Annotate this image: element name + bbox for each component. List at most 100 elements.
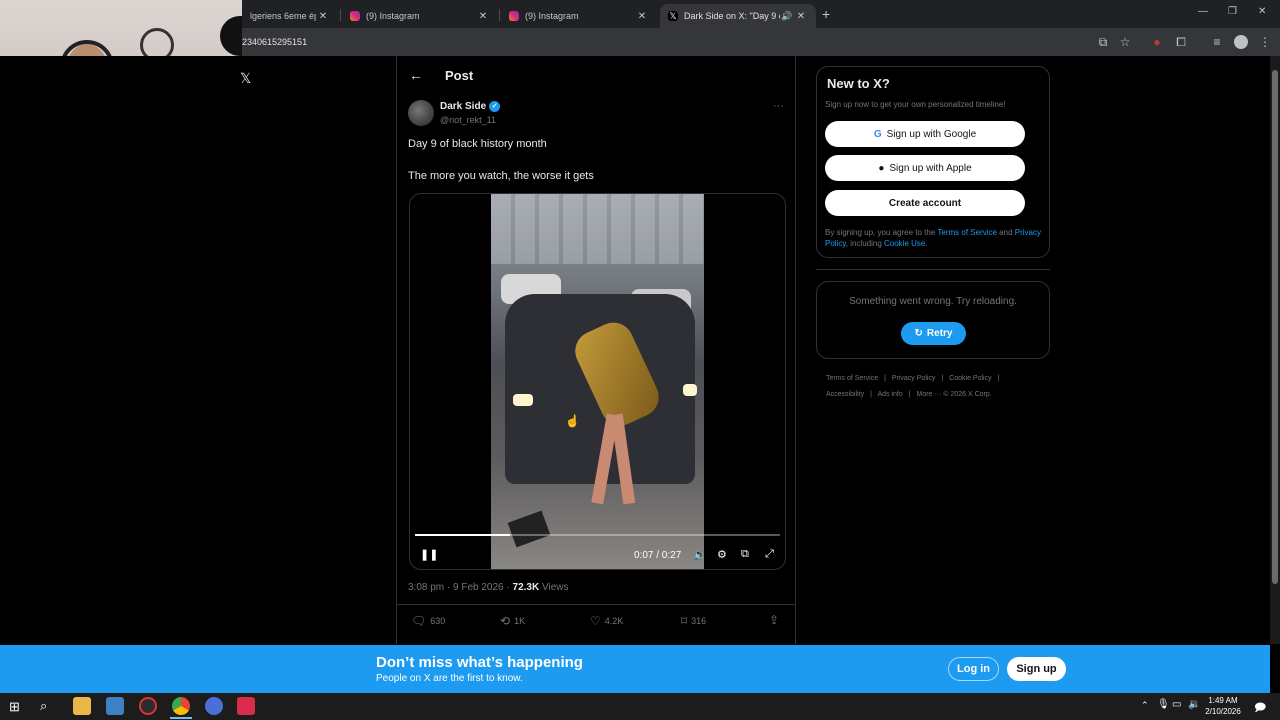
avatar[interactable] [408, 100, 434, 126]
divider [397, 604, 795, 605]
sidebar: New to X? Sign up now to get your own pe… [816, 66, 1050, 403]
author-name[interactable]: Dark Side [440, 101, 486, 112]
app-icon[interactable] [139, 697, 157, 715]
new-to-x-title: New to X? [827, 76, 890, 91]
close-tab-icon[interactable]: ✕ [794, 11, 808, 22]
create-account-button[interactable]: Create account [825, 190, 1025, 216]
footer-terms-link[interactable]: Terms of Service [826, 375, 878, 382]
speaker-icon[interactable]: 🔊 [780, 11, 794, 22]
notifications-icon[interactable]: 🗩 [1254, 699, 1266, 718]
new-tab-button[interactable]: + [822, 6, 830, 22]
post-timestamp[interactable]: 3:08 pm · 9 Feb 2026 · [408, 582, 513, 593]
divider [816, 269, 1050, 270]
repost-count: 1K [514, 616, 526, 626]
post-text-line-1: Day 9 of black history month [408, 138, 547, 150]
tab-label: lgeriens 6eme épisod [250, 11, 316, 21]
app-icon-red[interactable] [237, 697, 255, 715]
footer-more-link[interactable]: More ··· [917, 391, 942, 398]
back-arrow-icon[interactable]: ← [409, 67, 423, 83]
mouse-cursor-icon: ☝ [565, 414, 580, 428]
tab-instagram-2[interactable]: (9) Instagram ✕ [501, 4, 657, 28]
footer-cookie-link[interactable]: Cookie Policy [949, 375, 991, 382]
extensions-icon[interactable]: ⧠ [1174, 35, 1188, 49]
clock-date: 2/10/2026 [1205, 707, 1241, 716]
copyright: © 2026 X Corp. [943, 391, 992, 398]
signup-banner: Don’t miss what’s happening People on X … [0, 645, 1270, 693]
scrollbar[interactable] [1270, 56, 1280, 644]
signup-button[interactable]: Sign up [1007, 657, 1066, 681]
refresh-icon: ↻ [914, 328, 923, 339]
signup-google-button[interactable]: G Sign up with Google [825, 121, 1025, 147]
minimize-icon[interactable]: — [1198, 6, 1208, 17]
signup-apple-button[interactable]: ● Sign up with Apple [825, 155, 1025, 181]
close-tab-icon[interactable]: ✕ [476, 11, 490, 22]
tab-episode[interactable]: lgeriens 6eme épisod ✕ [242, 4, 338, 28]
footer-accessibility-link[interactable]: Accessibility [826, 391, 864, 398]
repost-button[interactable]: ⟲ 1K [500, 614, 525, 628]
network-icon[interactable]: ▭ [1172, 699, 1181, 710]
media-control-icon[interactable]: ≡ [1210, 35, 1224, 49]
error-text: Something went wrong. Try reloading. [849, 296, 1017, 307]
close-tab-icon[interactable]: ✕ [635, 11, 649, 22]
extension-record-icon[interactable]: ● [1150, 35, 1164, 49]
volume-icon[interactable]: 🔈 [693, 548, 707, 561]
terms-link[interactable]: Terms of Service [937, 228, 997, 237]
more-options-icon[interactable]: ··· [773, 100, 784, 112]
pause-icon[interactable]: ❚❚ [420, 548, 438, 561]
chrome-icon[interactable] [172, 697, 190, 715]
file-explorer-icon[interactable] [73, 697, 91, 715]
chevron-up-icon[interactable]: ⌃ [1141, 700, 1149, 711]
post-meta: 3:08 pm · 9 Feb 2026 · 72.3K Views [408, 582, 568, 593]
retry-button[interactable]: ↻ Retry [901, 322, 966, 345]
video-player[interactable]: ❚❚ 0:07 / 0:27 🔈 ⚙ ⧉ ⤢ ☝ [409, 193, 786, 570]
new-to-x-subtitle: Sign up now to get your own personalized… [825, 100, 1006, 109]
profile-avatar-icon[interactable] [1234, 35, 1248, 49]
microphone-icon[interactable]: 🎙 [1157, 699, 1170, 710]
url-field[interactable]: 2340615295151 [242, 37, 307, 47]
tab-instagram-1[interactable]: (9) Instagram ✕ [342, 4, 498, 28]
settings-gear-icon[interactable]: ⚙ [717, 548, 727, 561]
bookmark-star-icon[interactable]: ☆ [1118, 35, 1132, 49]
store-icon[interactable] [106, 697, 124, 715]
terms-end: . [925, 239, 928, 248]
clock[interactable]: 1:49 AM 2/10/2026 [1200, 695, 1246, 717]
login-button[interactable]: Log in [948, 657, 999, 681]
close-window-icon[interactable]: ✕ [1258, 6, 1266, 17]
windows-taskbar: ⊞ ⌕ ⌃ 🎙 ▭ 🔉 1:49 AM 2/10/2026 🗩 [0, 693, 1280, 720]
install-app-icon[interactable]: ⧉ [1096, 35, 1110, 49]
clock-time: 1:49 AM [1208, 696, 1238, 705]
apple-icon: ● [878, 162, 885, 174]
reply-button[interactable]: 🗨 630 [411, 614, 445, 628]
bookmark-button[interactable]: ⌑ 316 [681, 614, 706, 628]
like-button[interactable]: ♡ 4.2K [590, 614, 623, 628]
headlight [513, 394, 533, 406]
banner-title: Don’t miss what’s happening [376, 654, 583, 671]
fullscreen-icon[interactable]: ⤢ [765, 548, 774, 561]
chrome-profile-icon[interactable] [205, 697, 223, 715]
pip-icon[interactable]: ⧉ [741, 548, 749, 561]
author-name-row[interactable]: Dark Side ✓ [440, 101, 501, 112]
reply-icon: 🗨 [411, 614, 427, 628]
video-progress-track[interactable] [415, 534, 780, 536]
x-logo-partial: 𝕏 [240, 70, 252, 86]
restore-icon[interactable]: ❐ [1228, 6, 1237, 17]
search-icon[interactable]: ⌕ [40, 698, 47, 714]
heart-icon: ♡ [590, 614, 601, 628]
footer-privacy-link[interactable]: Privacy Policy [892, 375, 936, 382]
author-handle[interactable]: @not_rekt_11 [440, 115, 496, 125]
volume-tray-icon[interactable]: 🔉 [1188, 699, 1200, 710]
scrollbar-thumb[interactable] [1272, 70, 1278, 584]
terms-text: By signing up, you agree to the Terms of… [825, 227, 1045, 249]
windows-start-icon[interactable]: ⊞ [9, 699, 20, 715]
share-icon[interactable]: ⇪ [769, 613, 779, 627]
active-app-indicator [170, 717, 192, 719]
close-tab-icon[interactable]: ✕ [316, 11, 330, 22]
reply-count: 630 [430, 616, 446, 626]
terms-prefix: By signing up, you agree to the [825, 228, 938, 237]
bag-on-ground [507, 510, 551, 548]
cookie-link[interactable]: Cookie Use [884, 239, 925, 248]
menu-kebab-icon[interactable]: ⋮ [1258, 35, 1272, 49]
tab-x-post[interactable]: 𝕏 Dark Side on X: "Day 9 of bl 🔊 ✕ [660, 4, 816, 28]
footer-ads-link[interactable]: Ads info [877, 391, 902, 398]
new-to-x-card: New to X? Sign up now to get your own pe… [816, 66, 1050, 258]
